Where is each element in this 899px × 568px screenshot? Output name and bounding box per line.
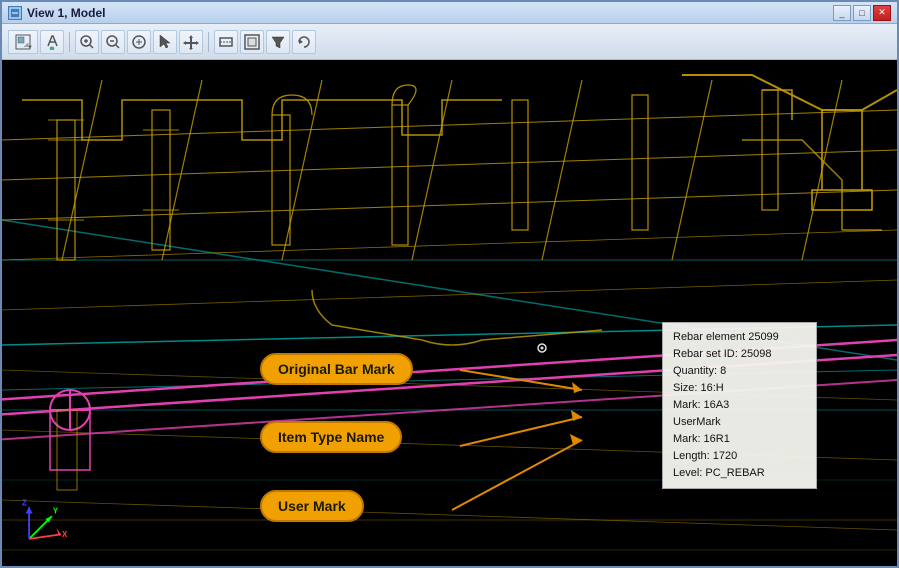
annotation-user-mark: User Mark bbox=[260, 490, 364, 522]
view-dropdown[interactable]: ▼ bbox=[8, 30, 38, 54]
clip-button[interactable] bbox=[240, 30, 264, 54]
viewport[interactable]: Rebar element 25099 Rebar set ID: 25098 … bbox=[2, 60, 897, 566]
scene-svg bbox=[2, 60, 897, 566]
ucs-icon: Y X Z bbox=[20, 498, 70, 548]
annotation-original-bar-mark: Original Bar Mark bbox=[260, 353, 413, 385]
pan-button[interactable] bbox=[179, 30, 203, 54]
main-window: View 1, Model _ □ ✕ ▼ bbox=[0, 0, 899, 568]
window-controls: _ □ ✕ bbox=[833, 5, 891, 21]
tooltip-line-7: Mark: 16R1 bbox=[673, 431, 806, 448]
close-button[interactable]: ✕ bbox=[873, 5, 891, 21]
maximize-button[interactable]: □ bbox=[853, 5, 871, 21]
select-button[interactable] bbox=[153, 30, 177, 54]
separator-2 bbox=[208, 32, 209, 52]
zoom-in-button[interactable] bbox=[75, 30, 99, 54]
paint-button[interactable] bbox=[40, 30, 64, 54]
tooltip-line-9: Level: PC_REBAR bbox=[673, 465, 806, 482]
tooltip-line-5: Mark: 16A3 bbox=[673, 397, 806, 414]
zoom-out-button[interactable] bbox=[101, 30, 125, 54]
tooltip-line-4: Size: 16:H bbox=[673, 380, 806, 397]
tooltip-line-8: Length: 1720 bbox=[673, 448, 806, 465]
tooltip-line-2: Rebar set ID: 25098 bbox=[673, 346, 806, 363]
fit-button[interactable] bbox=[127, 30, 151, 54]
annotation-item-type-name: Item Type Name bbox=[260, 421, 402, 453]
tooltip-panel: Rebar element 25099 Rebar set ID: 25098 … bbox=[662, 322, 817, 489]
section-button[interactable] bbox=[214, 30, 238, 54]
svg-text:▼: ▼ bbox=[27, 45, 32, 51]
rotate-button[interactable] bbox=[292, 30, 316, 54]
tooltip-line-6: UserMark bbox=[673, 414, 806, 431]
window-title: View 1, Model bbox=[27, 6, 833, 20]
filter-button[interactable] bbox=[266, 30, 290, 54]
toolbar: ▼ bbox=[2, 24, 897, 60]
tooltip-line-1: Rebar element 25099 bbox=[673, 329, 806, 346]
tooltip-line-3: Quantity: 8 bbox=[673, 363, 806, 380]
separator-1 bbox=[69, 32, 70, 52]
svg-text:Z: Z bbox=[22, 498, 27, 507]
svg-text:X: X bbox=[62, 530, 68, 539]
svg-text:Y: Y bbox=[53, 506, 59, 515]
title-bar: View 1, Model _ □ ✕ bbox=[2, 2, 897, 24]
minimize-button[interactable]: _ bbox=[833, 5, 851, 21]
app-icon bbox=[8, 6, 22, 20]
